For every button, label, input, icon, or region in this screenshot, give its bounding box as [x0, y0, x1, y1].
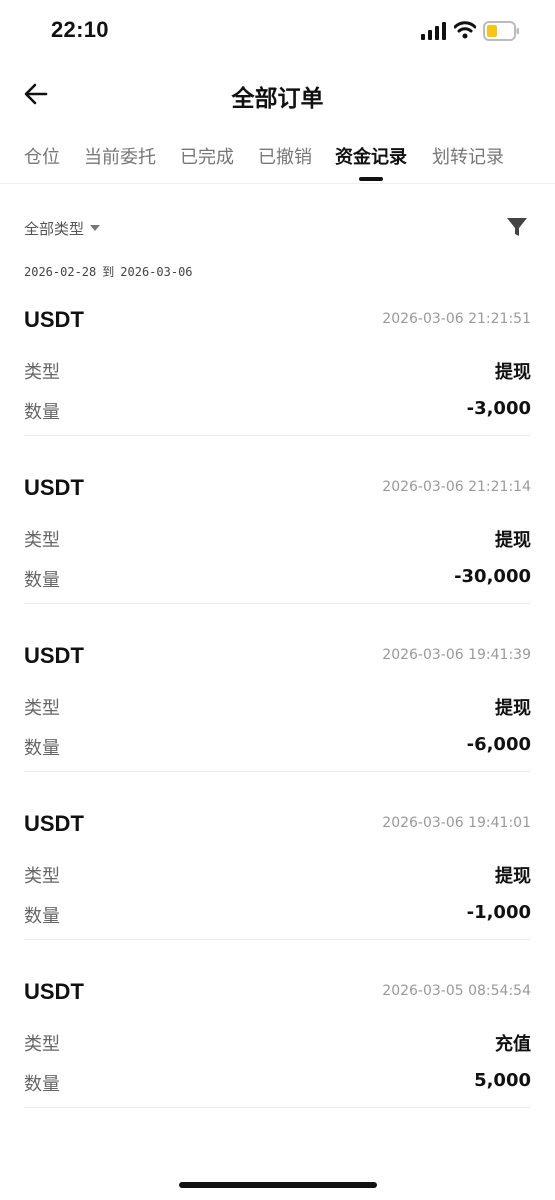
record-currency: USDT: [24, 307, 84, 332]
record-divider: [24, 771, 531, 772]
record-type-value: 提现: [495, 362, 531, 383]
record-amount-label: 数量: [24, 570, 60, 591]
status-time: 22:10: [51, 17, 109, 42]
home-indicator[interactable]: [179, 1182, 377, 1188]
record-currency: USDT: [24, 811, 84, 836]
tab-cancelled[interactable]: 已撤销: [258, 143, 312, 169]
nav-header: 全部订单: [0, 62, 555, 126]
record-type-value: 提现: [495, 698, 531, 719]
fund-record[interactable]: USDT 2026-03-06 21:21:14 类型 提现 数量 -30,00…: [0, 475, 555, 643]
tab-bar: 仓位 当前委托 已完成 已撤销 资金记录 划转记录: [0, 130, 555, 184]
fund-record[interactable]: USDT 2026-03-06 19:41:01 类型 提现 数量 -1,000: [0, 811, 555, 979]
record-timestamp: 2026-03-06 19:41:39: [382, 647, 531, 663]
record-type-value: 提现: [495, 530, 531, 551]
record-type-label: 类型: [24, 1034, 60, 1055]
type-filter-label: 全部类型: [24, 220, 85, 238]
record-currency: USDT: [24, 643, 84, 668]
tab-open-orders[interactable]: 当前委托: [84, 143, 156, 169]
fund-record[interactable]: USDT 2026-03-06 21:21:51 类型 提现 数量 -3,000: [0, 307, 555, 475]
fund-record[interactable]: USDT 2026-03-05 08:54:54 类型 充值 数量 5,000: [0, 979, 555, 1147]
record-divider: [24, 435, 531, 436]
cellular-signal-icon: [421, 22, 446, 40]
active-tab-indicator: [359, 177, 383, 181]
wifi-icon: [454, 21, 476, 39]
tab-transfer-records[interactable]: 划转记录: [432, 143, 504, 169]
date-to: 2026-03-06: [120, 265, 193, 279]
record-divider: [24, 603, 531, 604]
record-amount-value: -1,000: [466, 902, 531, 923]
record-amount-label: 数量: [24, 1074, 60, 1095]
tab-completed[interactable]: 已完成: [180, 143, 234, 169]
record-timestamp: 2026-03-06 19:41:01: [382, 815, 531, 831]
record-amount-label: 数量: [24, 738, 60, 759]
date-from: 2026-02-28: [24, 265, 97, 279]
record-amount-label: 数量: [24, 402, 60, 423]
record-timestamp: 2026-03-05 08:54:54: [382, 983, 531, 999]
record-amount-label: 数量: [24, 906, 60, 927]
funnel-filter-icon[interactable]: [505, 215, 529, 239]
record-type-label: 类型: [24, 698, 60, 719]
date-to-label: 到: [102, 265, 115, 279]
caret-down-icon: [90, 224, 101, 231]
record-divider: [24, 1107, 531, 1108]
record-amount-value: -6,000: [466, 734, 531, 755]
fund-record[interactable]: USDT 2026-03-06 19:41:39 类型 提现 数量 -6,000: [0, 643, 555, 811]
record-amount-value: -30,000: [454, 566, 531, 587]
type-filter-dropdown[interactable]: 全部类型: [24, 218, 101, 239]
tab-fund-records[interactable]: 资金记录: [335, 143, 407, 169]
page-title: 全部订单: [231, 86, 324, 112]
filter-row: 全部类型: [0, 210, 555, 246]
record-divider: [24, 939, 531, 940]
record-timestamp: 2026-03-06 21:21:51: [382, 311, 531, 327]
record-type-label: 类型: [24, 362, 60, 383]
record-type-value: 提现: [495, 866, 531, 887]
record-type-label: 类型: [24, 866, 60, 887]
record-amount-value: 5,000: [474, 1070, 531, 1091]
record-currency: USDT: [24, 475, 84, 500]
tab-positions[interactable]: 仓位: [24, 143, 60, 169]
record-amount-value: -3,000: [466, 398, 531, 419]
record-type-label: 类型: [24, 530, 60, 551]
battery-icon: [483, 21, 519, 41]
status-bar: 22:10: [0, 0, 555, 62]
record-type-value: 充值: [495, 1034, 531, 1055]
record-timestamp: 2026-03-06 21:21:14: [382, 479, 531, 495]
date-range[interactable]: 2026-02-28 到 2026-03-06: [24, 263, 193, 280]
record-currency: USDT: [24, 979, 84, 1004]
